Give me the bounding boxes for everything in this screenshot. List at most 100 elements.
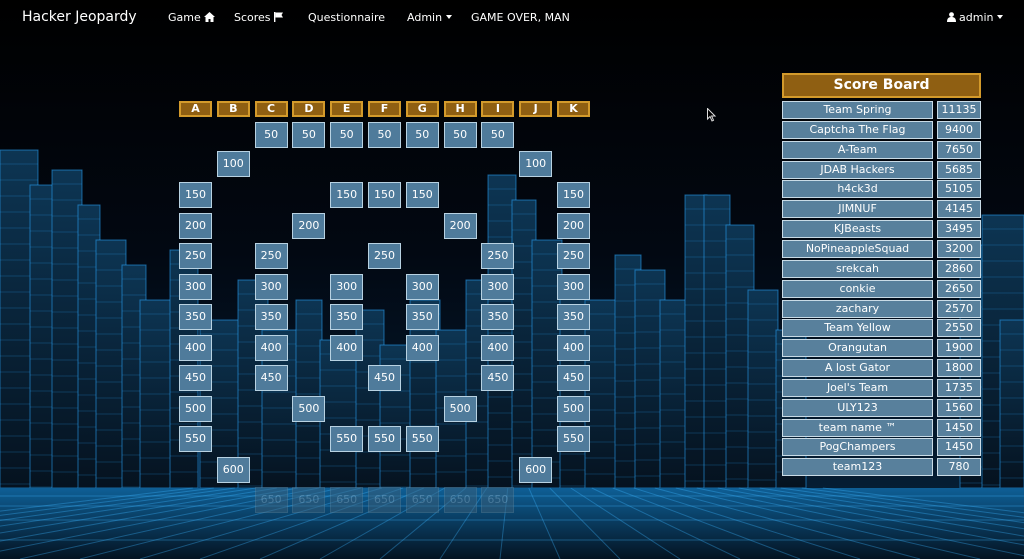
team-name: Team Spring [782, 101, 933, 119]
question-tile-f-150[interactable]: 150 [368, 182, 401, 208]
team-name: JIMNUF [782, 200, 933, 219]
score-row: JDAB Hackers 5685 [782, 160, 981, 179]
question-tile-g-550[interactable]: 550 [405, 426, 439, 452]
question-tile-i-650: 650 [481, 487, 515, 513]
question-tile-i-50[interactable]: 50 [481, 122, 515, 148]
mouse-pointer-icon [707, 108, 717, 122]
question-tile-g-650: 650 [405, 487, 439, 513]
nav-user-label: admin [959, 11, 994, 24]
question-tile-a-400[interactable]: 400 [179, 334, 212, 361]
question-tile-a-150[interactable]: 150 [179, 182, 212, 208]
question-tile-h-500[interactable]: 500 [443, 395, 477, 422]
question-tile-i-400[interactable]: 400 [481, 334, 515, 361]
score-row: srekcah 2860 [782, 259, 981, 278]
team-score: 4145 [937, 200, 981, 219]
question-tile-h-200[interactable]: 200 [443, 212, 477, 239]
question-tile-k-250[interactable]: 250 [557, 243, 590, 269]
question-tile-e-150[interactable]: 150 [330, 182, 364, 208]
question-tile-f-250[interactable]: 250 [368, 243, 401, 269]
nav-scores[interactable]: Scores [234, 11, 283, 24]
question-tile-f-50[interactable]: 50 [368, 122, 401, 148]
question-tile-e-550[interactable]: 550 [330, 426, 364, 452]
team-score: 2570 [937, 299, 981, 318]
question-tile-e-300[interactable]: 300 [330, 273, 364, 300]
question-tile-c-400[interactable]: 400 [254, 334, 288, 361]
question-tile-b-100[interactable]: 100 [216, 151, 250, 177]
team-score: 1900 [937, 339, 981, 358]
question-tile-d-200[interactable]: 200 [292, 212, 326, 239]
question-tile-k-550[interactable]: 550 [557, 426, 590, 452]
question-tile-j-600[interactable]: 600 [519, 456, 553, 483]
question-tile-k-350[interactable]: 350 [557, 304, 590, 330]
team-score: 1560 [937, 398, 981, 417]
question-tile-e-50[interactable]: 50 [330, 122, 364, 148]
question-tile-g-350[interactable]: 350 [405, 304, 439, 330]
question-tile-g-50[interactable]: 50 [405, 122, 439, 148]
question-tile-a-200[interactable]: 200 [179, 212, 212, 239]
question-tile-c-300[interactable]: 300 [254, 273, 288, 300]
question-tile-g-150[interactable]: 150 [405, 182, 439, 208]
question-tile-a-500[interactable]: 500 [179, 395, 212, 422]
score-row: JIMNUF 4145 [782, 200, 981, 219]
question-tile-f-450[interactable]: 450 [368, 365, 401, 391]
score-row: Captcha The Flag 9400 [782, 120, 981, 139]
question-tile-a-300[interactable]: 300 [179, 273, 212, 300]
score-row: team123 780 [782, 458, 981, 477]
team-score: 3200 [937, 239, 981, 258]
question-tile-a-250[interactable]: 250 [179, 243, 212, 269]
category-header-a: A [179, 101, 212, 117]
brand-link[interactable]: Hacker Jeopardy [22, 9, 137, 25]
nav-game[interactable]: Game [168, 11, 215, 24]
score-row: NoPineappleSquad 3200 [782, 239, 981, 258]
question-tile-c-250[interactable]: 250 [254, 243, 288, 269]
team-name: JDAB Hackers [782, 160, 933, 179]
question-tile-k-450[interactable]: 450 [557, 365, 590, 391]
question-tile-g-300[interactable]: 300 [405, 273, 439, 300]
question-tile-f-550[interactable]: 550 [368, 426, 401, 452]
score-row: Joel's Team 1735 [782, 378, 981, 397]
question-tile-d-500[interactable]: 500 [292, 395, 326, 422]
category-header-h: H [443, 101, 477, 117]
category-header-j: J [519, 101, 553, 117]
question-tile-k-500[interactable]: 500 [557, 395, 590, 422]
score-row: A lost Gator 1800 [782, 359, 981, 378]
question-tile-f-650: 650 [368, 487, 401, 513]
question-tile-i-300[interactable]: 300 [481, 273, 515, 300]
score-row: conkie 2650 [782, 279, 981, 298]
question-tile-i-450[interactable]: 450 [481, 365, 515, 391]
question-tile-i-350[interactable]: 350 [481, 304, 515, 330]
question-tile-i-250[interactable]: 250 [481, 243, 515, 269]
question-tile-c-350[interactable]: 350 [254, 304, 288, 330]
question-tile-a-450[interactable]: 450 [179, 365, 212, 391]
category-header-g: G [405, 101, 439, 117]
question-tile-d-50[interactable]: 50 [292, 122, 326, 148]
team-score: 780 [937, 458, 981, 477]
nav-questionnaire[interactable]: Questionnaire [308, 11, 385, 24]
question-tile-a-550[interactable]: 550 [179, 426, 212, 452]
question-tile-e-350[interactable]: 350 [330, 304, 364, 330]
question-tile-k-150[interactable]: 150 [557, 182, 590, 208]
team-name: KJBeasts [782, 220, 933, 239]
team-name: Joel's Team [782, 378, 933, 397]
score-row: team name ™ 1450 [782, 418, 981, 437]
score-row: h4ck3d 5105 [782, 180, 981, 199]
question-tile-b-600[interactable]: 600 [216, 456, 250, 483]
question-tile-e-400[interactable]: 400 [330, 334, 364, 361]
team-name: conkie [782, 279, 933, 298]
team-score: 5105 [937, 180, 981, 199]
question-tile-h-50[interactable]: 50 [443, 122, 477, 148]
nav-game-over[interactable]: GAME OVER, MAN [471, 11, 570, 24]
team-name: team name ™ [782, 418, 933, 437]
question-tile-k-400[interactable]: 400 [557, 334, 590, 361]
question-tile-c-50[interactable]: 50 [254, 122, 288, 148]
question-tile-g-400[interactable]: 400 [405, 334, 439, 361]
question-tile-k-300[interactable]: 300 [557, 273, 590, 300]
question-tile-j-100[interactable]: 100 [519, 151, 553, 177]
nav-user-dropdown[interactable]: admin [947, 11, 1004, 24]
team-name: Team Yellow [782, 319, 933, 338]
question-tile-c-450[interactable]: 450 [254, 365, 288, 391]
question-tile-a-350[interactable]: 350 [179, 304, 212, 330]
nav-admin-dropdown[interactable]: Admin [407, 11, 453, 24]
team-score: 9400 [937, 120, 981, 139]
question-tile-k-200[interactable]: 200 [557, 212, 590, 239]
